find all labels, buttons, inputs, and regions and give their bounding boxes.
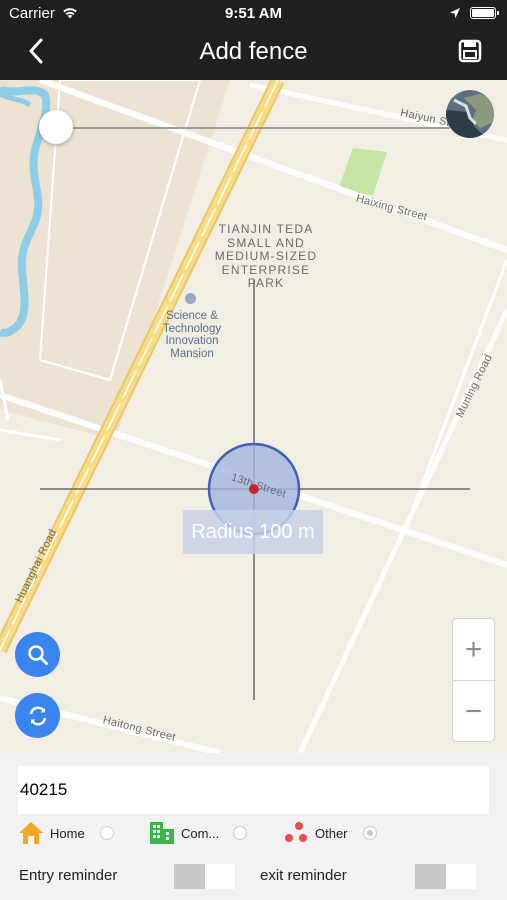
zoom-control: + −	[452, 618, 495, 742]
radius-slider-thumb[interactable]	[39, 110, 73, 144]
clock: 9:51 AM	[225, 5, 282, 22]
home-icon	[19, 822, 43, 844]
option-company[interactable]: Com...	[149, 821, 249, 847]
map-base	[0, 80, 507, 753]
option-home[interactable]: Home	[18, 821, 118, 847]
option-company-label: Com...	[181, 826, 220, 841]
other-icon	[285, 822, 307, 842]
option-home-radio[interactable]	[100, 826, 114, 840]
landmark-icon	[185, 293, 196, 304]
save-icon	[458, 39, 482, 68]
map-label-park: TIANJIN TEDA SMALL AND MEDIUM-SIZED ENTE…	[214, 222, 318, 290]
map-view[interactable]: Haiyun St Haixing Street TIANJIN TEDA SM…	[0, 80, 507, 753]
option-other-label: Other	[315, 826, 348, 841]
exit-reminder-label: exit reminder	[260, 867, 347, 884]
zoom-in-button[interactable]: +	[453, 619, 494, 680]
search-icon	[27, 644, 48, 665]
battery-icon	[470, 7, 499, 19]
nav-bar: Add fence	[0, 26, 507, 80]
radius-slider-track[interactable]	[58, 127, 450, 129]
option-other-radio[interactable]	[363, 826, 377, 840]
fence-name-input[interactable]	[18, 766, 489, 814]
option-company-radio[interactable]	[233, 826, 247, 840]
exit-reminder-toggle[interactable]	[415, 864, 476, 889]
map-label-mansion: Science & Technology Innovation Mansion	[162, 310, 222, 360]
refresh-button[interactable]	[15, 693, 60, 738]
search-button[interactable]	[15, 632, 60, 677]
radius-label: Radius 100 m	[191, 521, 315, 543]
page-title: Add fence	[199, 38, 308, 65]
zoom-out-button[interactable]: −	[453, 681, 494, 742]
map-type-toggle[interactable]	[446, 90, 494, 138]
fence-form: Home Com... Other Entry reminder exit re…	[0, 753, 507, 900]
location-arrow-icon	[449, 6, 461, 23]
status-bar: Carrier 9:51 AM	[0, 0, 507, 26]
entry-reminder-label: Entry reminder	[19, 867, 118, 884]
save-button[interactable]	[452, 36, 488, 70]
refresh-icon	[29, 705, 46, 726]
option-other[interactable]: Other	[284, 821, 384, 847]
company-icon	[150, 822, 174, 844]
option-home-label: Home	[50, 826, 85, 841]
satellite-icon	[446, 90, 494, 138]
entry-reminder-toggle[interactable]	[174, 864, 235, 889]
